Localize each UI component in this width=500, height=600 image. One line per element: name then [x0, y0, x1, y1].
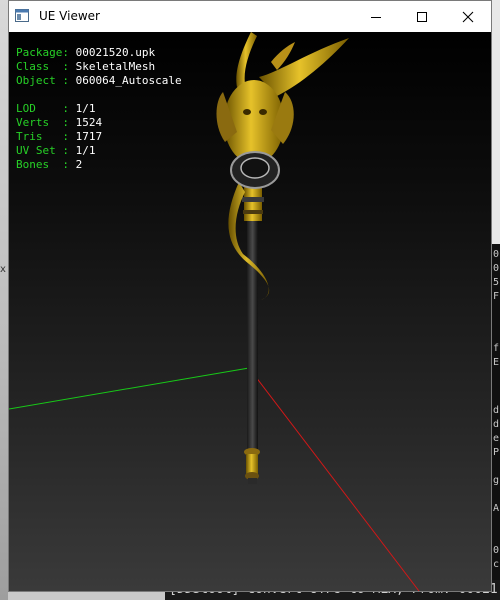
- uvset-label: UV Set :: [16, 144, 69, 157]
- lod-label: LOD :: [16, 102, 69, 115]
- console-char: F: [493, 291, 500, 302]
- object-value: 060064_Autoscale: [75, 74, 182, 87]
- console-char: 0: [493, 249, 500, 260]
- window-title: UE Viewer: [39, 9, 100, 23]
- console-char: g: [493, 475, 500, 486]
- tris-label: Tris :: [16, 130, 69, 143]
- package-label: Package:: [16, 46, 69, 59]
- console-char: 5: [493, 277, 500, 288]
- mesh-info-panel: Package: 00021520.upk Class : SkeletalMe…: [16, 46, 182, 172]
- bones-value: 2: [75, 158, 83, 171]
- class-label: Class :: [16, 60, 69, 73]
- console-char: e: [493, 433, 500, 444]
- desktop-marker: x: [0, 264, 6, 275]
- verts-value: 1524: [75, 116, 103, 129]
- app-icon: [15, 9, 29, 22]
- lod-value: 1/1: [75, 102, 96, 115]
- bones-label: Bones :: [16, 158, 69, 171]
- package-value: 00021520.upk: [75, 46, 156, 59]
- desktop-background-left: [0, 0, 8, 600]
- verts-label: Verts :: [16, 116, 69, 129]
- console-char: 0: [493, 545, 500, 556]
- 3d-viewport[interactable]: Package: 00021520.upk Class : SkeletalMe…: [9, 32, 491, 591]
- console-char: d: [493, 419, 500, 430]
- dragon-head: [216, 32, 349, 189]
- tris-value: 1717: [75, 130, 103, 143]
- maximize-button[interactable]: [399, 1, 445, 32]
- uvset-value: 1/1: [75, 144, 96, 157]
- background-console-window: 0 0 5 F f E d d e P g A 0 c: [492, 244, 500, 600]
- console-char: P: [493, 447, 500, 458]
- console-char: d: [493, 405, 500, 416]
- title-bar[interactable]: UE Viewer: [9, 1, 491, 32]
- console-char: f: [493, 343, 500, 354]
- ue-viewer-window: UE Viewer Package: 00021520.upk Class: …: [8, 0, 492, 592]
- staff-shaft: [247, 217, 258, 457]
- maximize-icon: [417, 11, 427, 22]
- console-char: A: [493, 503, 500, 514]
- staff-collar: [242, 187, 264, 221]
- object-label: Object :: [16, 74, 69, 87]
- axis-y-line: [9, 367, 250, 410]
- console-char: c: [493, 559, 500, 570]
- staff-pommel: [244, 448, 260, 484]
- axis-x-line: [248, 367, 420, 591]
- console-char: 0: [493, 263, 500, 274]
- class-value: SkeletalMesh: [75, 60, 156, 73]
- console-char: E: [493, 357, 500, 368]
- minimize-icon: [371, 16, 381, 18]
- close-icon: [462, 11, 474, 22]
- minimize-button[interactable]: [353, 1, 399, 32]
- close-button[interactable]: [445, 1, 491, 32]
